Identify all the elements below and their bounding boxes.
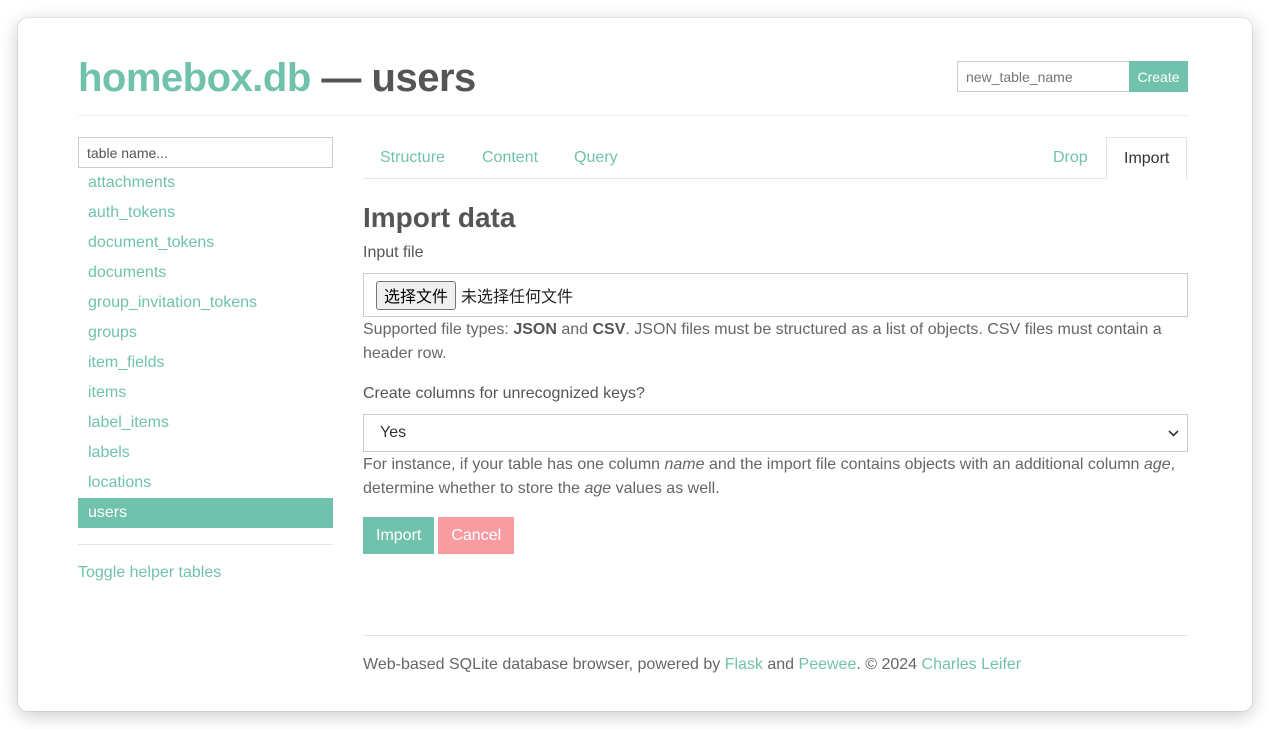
- create-columns-select[interactable]: Yes: [363, 414, 1188, 452]
- current-table-name: users: [371, 56, 477, 100]
- file-status-text: 未选择任何文件: [461, 287, 574, 306]
- cancel-button[interactable]: Cancel: [438, 517, 515, 554]
- main-content: Structure Content Query Drop Import Impo…: [363, 137, 1188, 673]
- help-text: Supported file types:: [363, 321, 514, 338]
- toggle-helper-tables-link[interactable]: Toggle helper tables: [78, 563, 333, 583]
- sidebar-item-document-tokens[interactable]: document_tokens: [78, 228, 333, 258]
- sidebar-item-group-invitation-tokens[interactable]: group_invitation_tokens: [78, 288, 333, 318]
- choose-file-button[interactable]: 选择文件: [376, 280, 457, 310]
- age-word: age: [1143, 456, 1171, 473]
- sidebar-item-item-fields[interactable]: item_fields: [78, 348, 333, 378]
- csv-type: CSV: [592, 321, 626, 338]
- tab-structure[interactable]: Structure: [363, 137, 462, 179]
- form-actions: Import Cancel: [363, 517, 1188, 554]
- tab-import[interactable]: Import: [1106, 137, 1188, 180]
- browser-window: homebox.db — users Create attachments au…: [18, 18, 1252, 711]
- table-list: attachments auth_tokens document_tokens …: [78, 168, 333, 528]
- tab-content[interactable]: Content: [465, 137, 555, 179]
- sidebar-item-attachments[interactable]: attachments: [78, 168, 333, 198]
- sidebar-item-auth-tokens[interactable]: auth_tokens: [78, 198, 333, 228]
- footer-text: Web-based SQLite database browser, power…: [363, 656, 725, 673]
- file-input[interactable]: 选择文件 未选择任何文件: [363, 273, 1188, 317]
- create-columns-help: For instance, if your table has one colu…: [363, 453, 1188, 501]
- author-link[interactable]: Charles Leifer: [922, 656, 1022, 673]
- footer: Web-based SQLite database browser, power…: [363, 655, 1021, 675]
- header-divider: [78, 115, 1188, 116]
- new-table-name-input[interactable]: [957, 61, 1129, 92]
- create-table-button[interactable]: Create: [1129, 61, 1188, 92]
- title-separator: —: [321, 56, 361, 100]
- name-word: name: [664, 456, 705, 473]
- file-type-help: Supported file types: JSON and CSV. JSON…: [363, 318, 1188, 366]
- sidebar-item-label-items[interactable]: label_items: [78, 408, 333, 438]
- sidebar-item-labels[interactable]: labels: [78, 438, 333, 468]
- flask-link[interactable]: Flask: [725, 656, 763, 673]
- footer-divider: [363, 635, 1188, 636]
- chevron-down-icon: [1168, 426, 1179, 440]
- create-columns-label: Create columns for unrecognized keys?: [363, 385, 645, 402]
- import-title: Import data: [363, 202, 516, 233]
- json-type: JSON: [513, 321, 557, 338]
- help-text: values as well.: [611, 480, 720, 497]
- table-filter-input[interactable]: [78, 137, 333, 168]
- sidebar-item-items[interactable]: items: [78, 378, 333, 408]
- create-table-form: Create: [957, 61, 1188, 92]
- sidebar: attachments auth_tokens document_tokens …: [78, 137, 333, 583]
- age-word: age: [584, 480, 612, 497]
- help-text: For instance, if your table has one colu…: [363, 456, 665, 473]
- help-text: and the import file contains objects wit…: [704, 456, 1144, 473]
- sidebar-item-groups[interactable]: groups: [78, 318, 333, 348]
- sidebar-item-locations[interactable]: locations: [78, 468, 333, 498]
- help-text: and: [556, 321, 593, 338]
- input-file-label: Input file: [363, 244, 424, 261]
- footer-text: and: [762, 656, 799, 673]
- tab-query[interactable]: Query: [557, 137, 635, 179]
- sidebar-divider: [78, 544, 333, 545]
- sidebar-item-documents[interactable]: documents: [78, 258, 333, 288]
- page-container: homebox.db — users Create attachments au…: [78, 18, 1188, 711]
- import-button[interactable]: Import: [363, 517, 435, 554]
- sidebar-item-users[interactable]: users: [78, 498, 333, 528]
- page-title: homebox.db — users: [78, 54, 476, 102]
- tab-bar: Structure Content Query Drop Import: [363, 137, 1188, 180]
- brand-link[interactable]: homebox.db: [78, 56, 311, 100]
- peewee-link[interactable]: Peewee: [799, 656, 857, 673]
- footer-text: . © 2024: [856, 656, 922, 673]
- select-value: Yes: [380, 424, 407, 441]
- tab-drop[interactable]: Drop: [1036, 137, 1105, 179]
